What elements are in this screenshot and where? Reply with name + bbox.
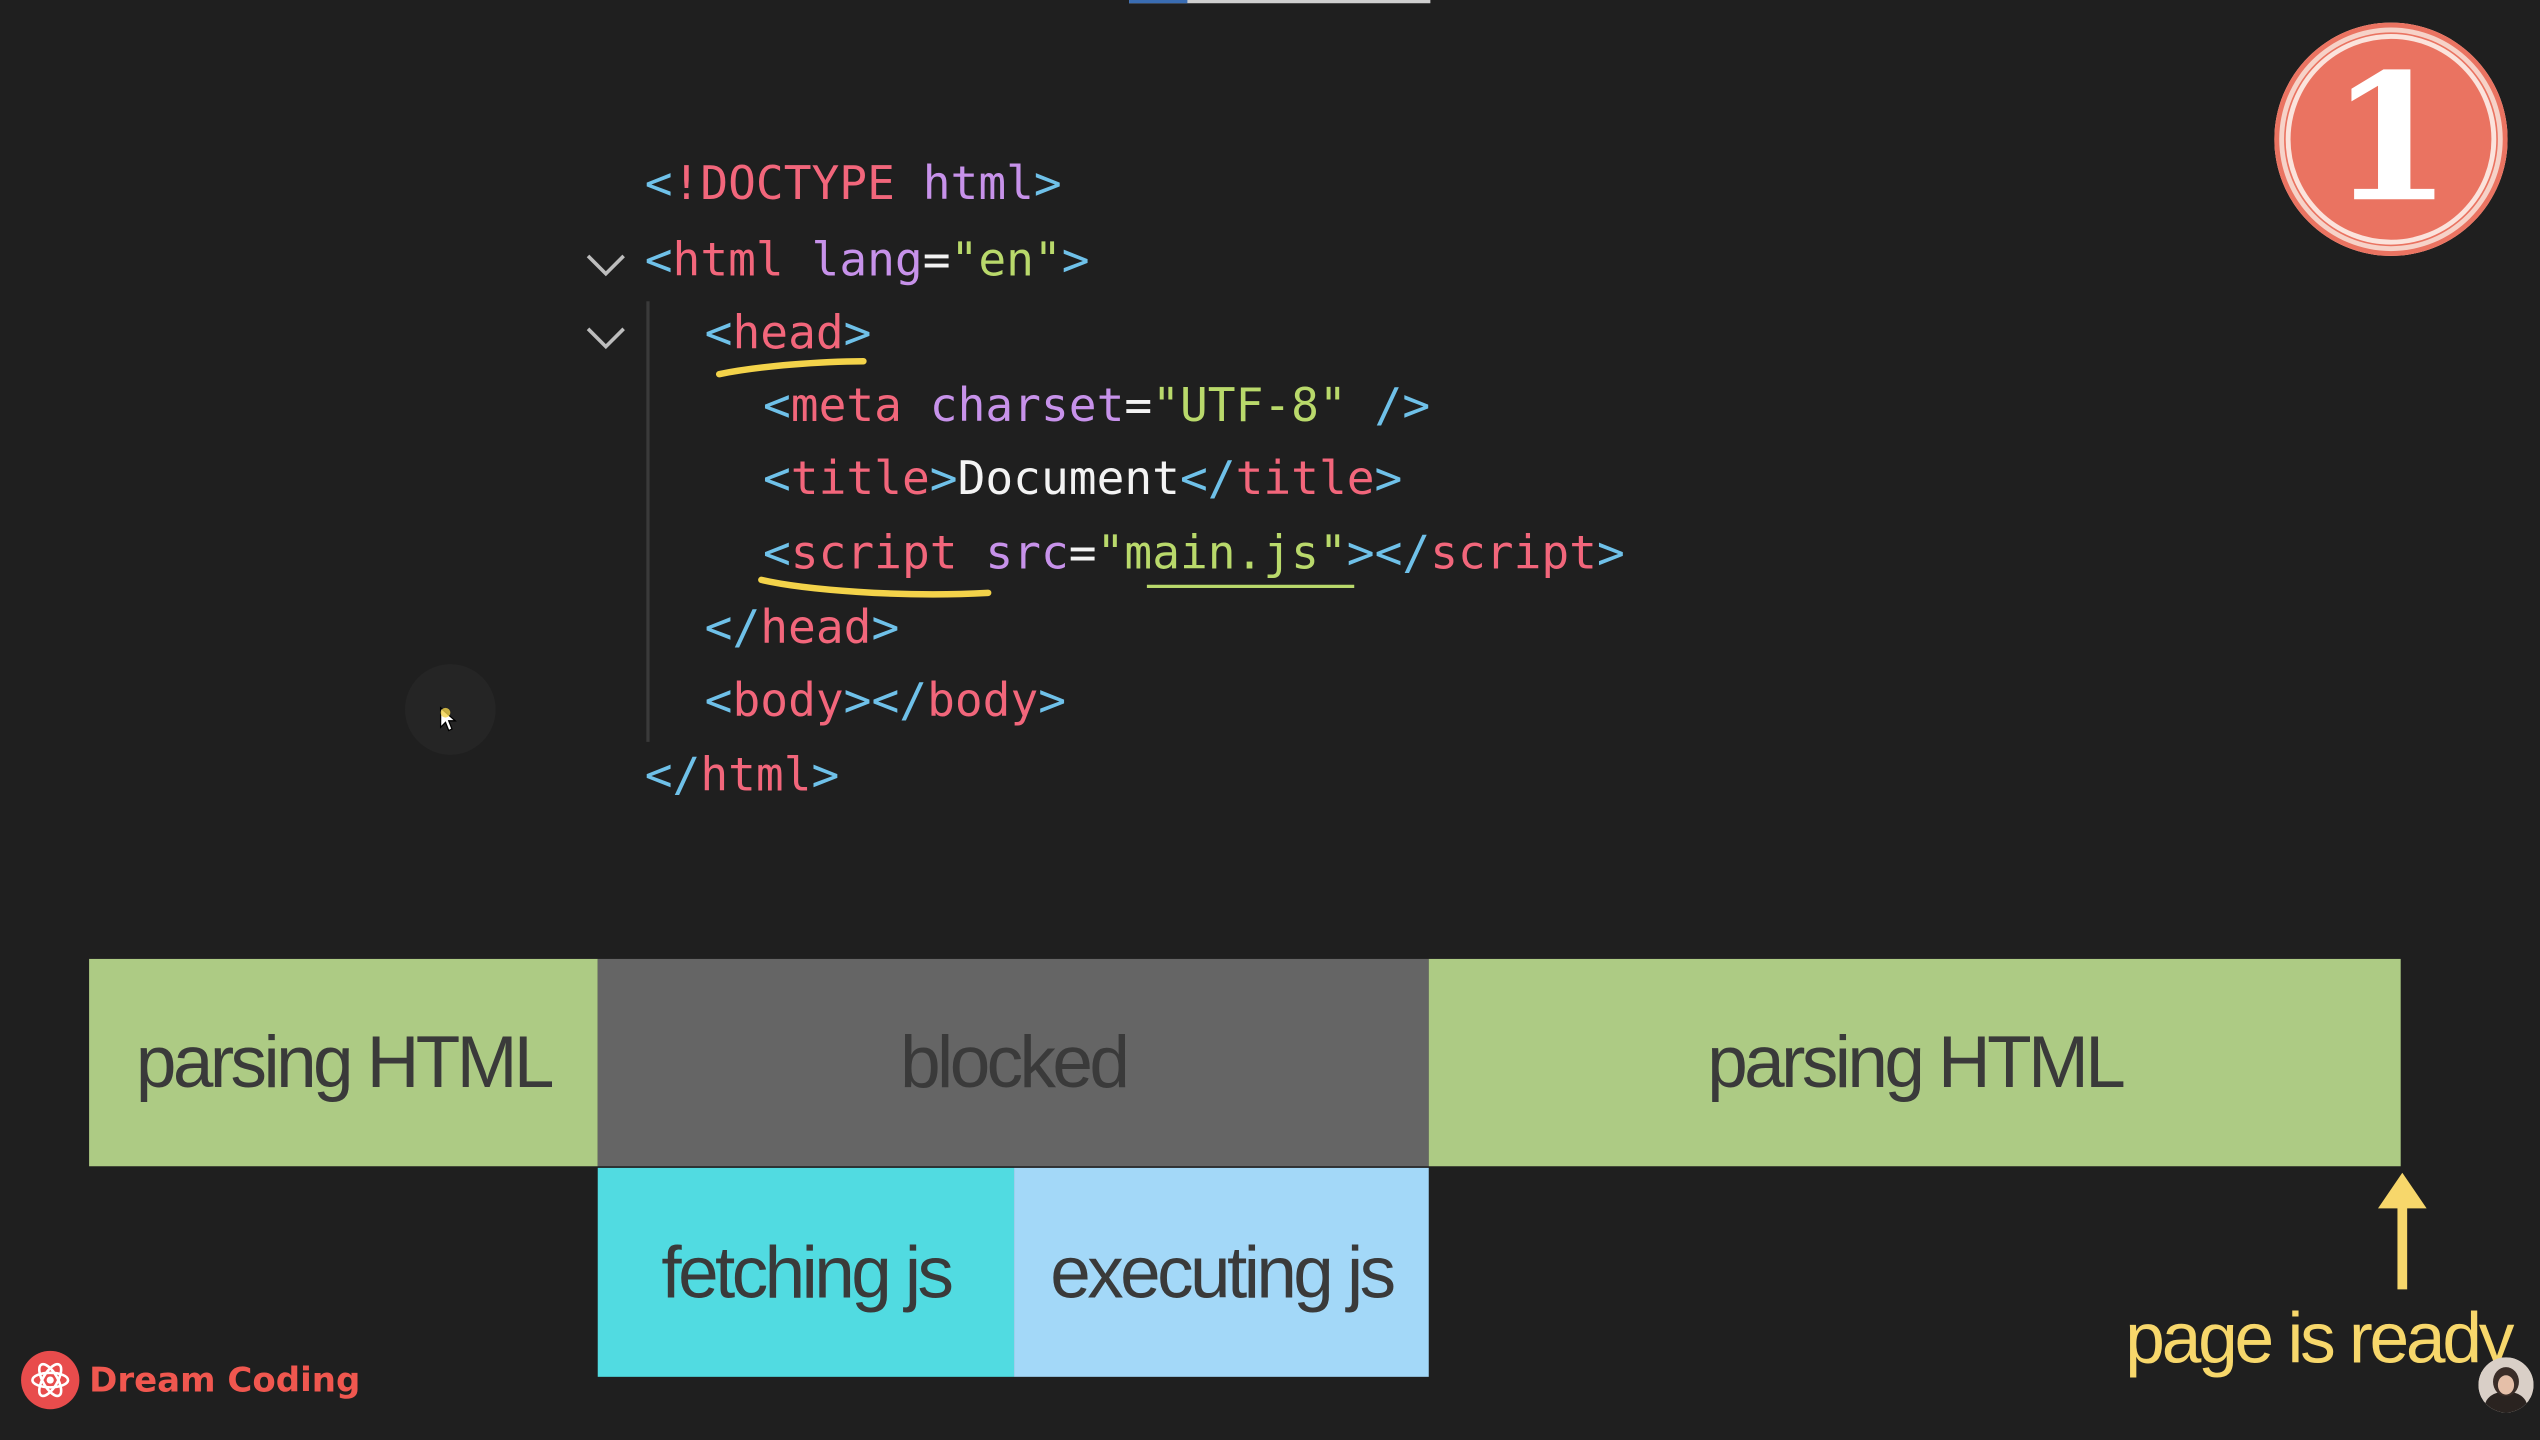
code-token: </ (644, 748, 701, 802)
code-token: > (1374, 451, 1403, 506)
step-number-badge: 1 (2274, 22, 2508, 256)
page-ready-label: page is ready (2125, 1299, 2514, 1379)
parsing-html-label: parsing HTML (135, 1020, 555, 1104)
code-token: < (644, 233, 673, 287)
arrow-up-icon (2378, 1172, 2427, 1290)
code-token: script (1430, 526, 1597, 580)
code-token: > (1061, 233, 1090, 287)
brand: Dream Coding (21, 1350, 361, 1410)
code-token: "en" (950, 233, 1062, 287)
code-token: > (871, 600, 900, 655)
code-token: Document (957, 451, 1180, 506)
code-token: src (985, 526, 1069, 580)
fetching-js-label: fetching js (661, 1230, 954, 1313)
code-line: <body></body> (705, 669, 1066, 734)
code-token: < (762, 379, 791, 433)
mouse-cursor-icon (439, 706, 457, 732)
code-token: body (732, 673, 844, 728)
code-token: > (1033, 157, 1062, 211)
code-line: <title>Document</title> (763, 447, 1402, 512)
code-token: = (922, 233, 951, 287)
code-token: body (927, 673, 1039, 728)
code-token: < (704, 673, 733, 728)
atom-logo-icon (21, 1350, 80, 1410)
chevron-down-icon[interactable] (585, 316, 627, 358)
code-token: </ (704, 600, 761, 655)
code-token: < (762, 451, 791, 506)
code-token: !DOCTYPE (672, 157, 895, 211)
step-number: 1 (2330, 37, 2452, 242)
code-block: <!DOCTYPE html> <html lang="en"> <head> … (0, 0, 1625, 802)
code-token: ></ (843, 673, 928, 728)
code-token: html (922, 157, 1034, 211)
code-token: > (811, 748, 840, 802)
parsing-html-label: parsing HTML (1707, 1020, 2126, 1104)
presenter-avatar (2478, 1357, 2534, 1413)
fetching-js-block: fetching js (597, 1167, 1015, 1377)
code-token: " (1096, 526, 1125, 580)
code-token: ></ (1346, 526, 1431, 580)
indent-guide (646, 301, 650, 742)
brand-name: Dream Coding (89, 1360, 361, 1400)
code-token: title (790, 451, 930, 506)
code-token: html (672, 233, 784, 287)
parsing-html-block: parsing HTML (1428, 958, 2401, 1167)
code-token: title (1235, 451, 1375, 506)
chevron-down-icon[interactable] (585, 243, 627, 285)
code-token: meta (790, 379, 902, 433)
code-token: "UTF-8" (1152, 379, 1347, 433)
code-token: " (1318, 526, 1347, 580)
code-token: = (1068, 526, 1097, 580)
code-token: = (1124, 379, 1153, 433)
blocked-label: blocked (900, 1020, 1130, 1104)
highlight-underline (715, 357, 867, 378)
code-line: <html lang="en"> (645, 228, 1090, 293)
code-token: > (1038, 673, 1067, 728)
executing-js-label: executing js (1050, 1230, 1396, 1313)
executing-js-block: executing js (1014, 1167, 1429, 1377)
code-token: main.js (1124, 526, 1319, 580)
progress-strip (1129, 0, 1431, 4)
code-token: </ (1179, 451, 1236, 506)
code-line: <!DOCTYPE html> (645, 152, 1062, 217)
code-token: html (700, 748, 812, 802)
code-token: /> (1374, 379, 1431, 433)
highlight-underline (758, 576, 992, 598)
blocked-block: blocked (597, 958, 1429, 1167)
code-token: lang (811, 233, 923, 287)
slide: <!DOCTYPE html> <html lang="en"> <head> … (0, 0, 2540, 1440)
code-line: </html> (645, 743, 840, 808)
code-token: < (644, 157, 673, 211)
code-token: > (1596, 526, 1625, 580)
parsing-html-block: parsing HTML (89, 958, 598, 1167)
code-token: > (929, 451, 958, 506)
link-underline (1146, 584, 1355, 588)
code-token: charset (929, 379, 1125, 433)
code-token: head (760, 600, 872, 655)
